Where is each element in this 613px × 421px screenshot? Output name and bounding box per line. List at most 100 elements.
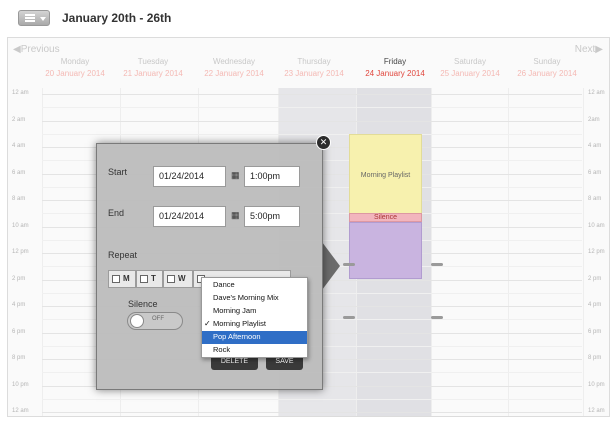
event-pop-afternoon[interactable]: [349, 222, 422, 279]
time-label: 12 am: [12, 90, 29, 96]
day-date: 22 January 2014: [204, 69, 264, 78]
time-label: 2am: [588, 116, 600, 123]
hour-gridline: [42, 120, 582, 122]
chevron-left-icon: ◀: [13, 44, 21, 55]
checkbox[interactable]: [167, 275, 175, 283]
week-title: January 20th - 26th: [62, 11, 172, 25]
playlist-dropdown[interactable]: Dance Dave's Morning Mix Morning Jam ✓ Morni…: [201, 277, 308, 358]
day-header[interactable]: Sunday 26 January 2014: [508, 56, 586, 80]
time-label: 8 am: [12, 196, 26, 202]
time-label: 2 am: [12, 116, 26, 123]
dropdown-option-label: Rock: [213, 345, 231, 354]
toggle-knob: [130, 314, 144, 328]
time-label: 10 am: [588, 222, 605, 229]
day-date: 26 January 2014: [517, 69, 577, 78]
hamburger-icon: [25, 14, 35, 22]
time-label: 2 pm: [12, 275, 26, 282]
popup-pointer: [322, 242, 340, 290]
silence-label: Silence: [128, 299, 158, 309]
time-label: 6 pm: [588, 328, 602, 335]
silence-toggle[interactable]: OFF: [127, 312, 183, 330]
day-name: Monday: [60, 57, 90, 66]
day-date: 21 January 2014: [123, 69, 183, 78]
day-date: 24 January 2014: [365, 69, 425, 78]
time-label: 4 am: [12, 143, 26, 149]
repeat-day-wednesday[interactable]: W: [163, 270, 193, 288]
event-morning-playlist[interactable]: Morning Playlist: [349, 134, 422, 217]
event-resize-handle[interactable]: [343, 263, 355, 266]
day-name: Sunday: [533, 57, 561, 66]
caret-down-icon: [40, 17, 46, 21]
calendar-header: ◀Previous Next▶ Monday 20 January 2014 Tue…: [8, 38, 609, 88]
day-name: Saturday: [453, 57, 487, 66]
start-time-field[interactable]: 1:00pm: [244, 166, 300, 187]
next-week-link[interactable]: Next▶: [575, 44, 603, 55]
start-date-field[interactable]: 01/24/2014: [153, 166, 226, 187]
half-hour-gridline: [42, 398, 582, 400]
time-label: 4 pm: [12, 302, 26, 308]
time-label: 6 am: [12, 169, 26, 176]
time-label: 10 am: [12, 222, 29, 229]
previous-week-link[interactable]: ◀Previous: [13, 44, 60, 55]
time-label: 10 pm: [588, 381, 605, 388]
dropdown-option-label: Morning Jam: [213, 306, 257, 315]
time-label: 8 pm: [12, 355, 26, 361]
time-label: 8 am: [588, 196, 602, 202]
calendar-icon[interactable]: ▦: [231, 210, 240, 221]
repeat-day-tuesday[interactable]: T: [136, 270, 163, 288]
event-silence[interactable]: Silence: [349, 213, 422, 222]
hour-gridline: [42, 412, 582, 413]
time-label: 12 am: [588, 408, 605, 414]
dropdown-option[interactable]: Dance: [202, 279, 307, 292]
hour-gridline: [42, 94, 582, 95]
repeat-label: Repeat: [108, 250, 138, 260]
menu-button[interactable]: [18, 10, 50, 26]
dropdown-option[interactable]: ✓ Morning Playlist: [202, 318, 307, 331]
checkbox[interactable]: [112, 275, 120, 283]
dropdown-option[interactable]: Pop Afternoon: [202, 331, 307, 344]
time-label: 10 pm: [12, 381, 29, 388]
dropdown-option-label: Dave's Morning Mix: [213, 293, 279, 302]
event-resize-handle[interactable]: [431, 316, 443, 319]
checkmark-icon: ✓: [204, 319, 211, 328]
day-header[interactable]: Monday 20 January 2014: [36, 56, 114, 80]
day-header[interactable]: Friday 24 January 2014: [356, 56, 434, 80]
time-label: 2 pm: [588, 275, 602, 282]
calendar-icon[interactable]: ▦: [231, 170, 240, 181]
time-label: 12 pm: [588, 249, 605, 255]
event-resize-handle[interactable]: [431, 263, 443, 266]
dropdown-option-label: Morning Playlist: [213, 319, 266, 328]
checkbox[interactable]: [140, 275, 148, 283]
dropdown-option[interactable]: Dave's Morning Mix: [202, 292, 307, 305]
day-header[interactable]: Wednesday 22 January 2014: [195, 56, 273, 80]
half-hour-gridline: [42, 133, 582, 135]
time-label: 12 pm: [12, 249, 29, 255]
day-name: Tuesday: [137, 57, 169, 66]
time-label: 12 am: [588, 90, 605, 96]
dropdown-option-label: Pop Afternoon: [213, 332, 261, 341]
event-resize-handle[interactable]: [343, 316, 355, 319]
time-label: 4 am: [588, 143, 602, 149]
day-name: Friday: [383, 57, 407, 66]
chevron-right-icon: ▶: [595, 44, 603, 55]
repeat-day-monday[interactable]: M: [108, 270, 136, 288]
end-label: End: [108, 208, 125, 218]
time-label: 8 pm: [588, 355, 602, 361]
day-date: 25 January 2014: [440, 69, 500, 78]
dropdown-option[interactable]: Rock: [202, 344, 307, 357]
end-date-field[interactable]: 01/24/2014: [153, 206, 226, 227]
day-header[interactable]: Tuesday 21 January 2014: [114, 56, 192, 80]
half-hour-gridline: [42, 107, 582, 109]
day-header[interactable]: Thursday 23 January 2014: [275, 56, 353, 80]
close-icon[interactable]: ✕: [316, 135, 331, 150]
day-column-divider: [583, 88, 584, 416]
time-label: 6 pm: [12, 328, 26, 335]
time-label: 6 am: [588, 169, 602, 176]
time-label: 12 am: [12, 408, 29, 414]
day-date: 23 January 2014: [284, 69, 344, 78]
top-bar: January 20th - 26th: [0, 0, 613, 36]
dropdown-option[interactable]: Morning Jam: [202, 305, 307, 318]
day-header[interactable]: Saturday 25 January 2014: [431, 56, 509, 80]
day-name: Wednesday: [212, 57, 256, 66]
end-time-field[interactable]: 5:00pm: [244, 206, 300, 227]
